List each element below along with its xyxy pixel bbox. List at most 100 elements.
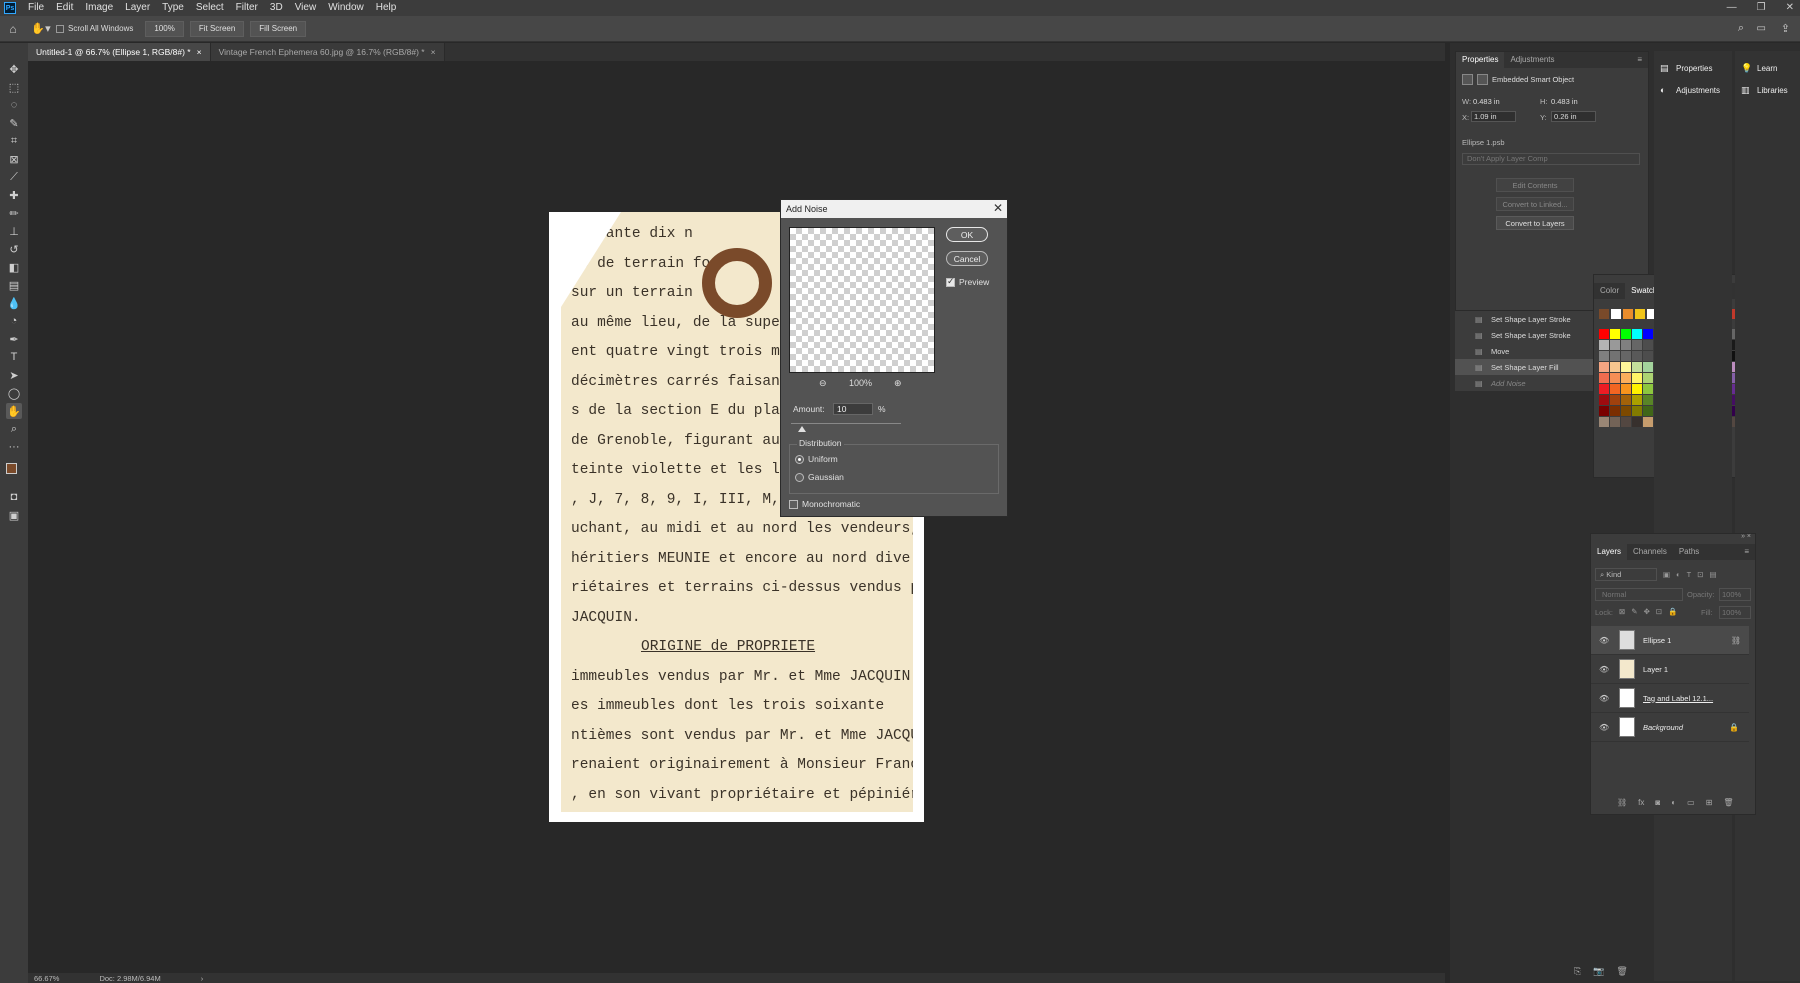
zoom-100-button[interactable]: 100%: [145, 20, 184, 37]
blend-mode-select[interactable]: Normal: [1595, 588, 1683, 601]
swatch[interactable]: [1610, 329, 1620, 339]
ok-button[interactable]: OK: [946, 227, 988, 242]
minimize-button[interactable]: —: [1727, 0, 1737, 16]
swatch[interactable]: [1610, 417, 1620, 427]
height-value[interactable]: 0.483 in: [1551, 97, 1578, 106]
recent-swatch[interactable]: [1623, 309, 1633, 319]
eraser-tool-icon[interactable]: ◧: [6, 259, 22, 275]
zoom-out-icon[interactable]: ⊖: [819, 378, 827, 389]
preview-option[interactable]: Preview: [946, 276, 989, 287]
swatch[interactable]: [1610, 362, 1620, 372]
marquee-tool-icon[interactable]: ⬚: [6, 79, 22, 95]
new-layer-icon[interactable]: ⊞: [1706, 798, 1713, 807]
type-tool-icon[interactable]: T: [6, 349, 22, 365]
recent-swatch[interactable]: [1611, 309, 1621, 319]
dodge-tool-icon[interactable]: ◔: [6, 313, 22, 329]
ellipse-tool-icon[interactable]: ◯: [6, 385, 22, 401]
swatch[interactable]: [1632, 417, 1642, 427]
history-state[interactable]: ▤ Set Shape Layer Fill: [1455, 359, 1593, 375]
tab-untitled-1[interactable]: Untitled-1 @ 66.7% (Ellipse 1, RGB/8#) *…: [28, 43, 211, 61]
history-brush-tool-icon[interactable]: ↺: [6, 241, 22, 257]
swatch[interactable]: [1610, 351, 1620, 361]
layer-background[interactable]: 👁 Background 🔒: [1591, 713, 1749, 742]
dialog-close-icon[interactable]: ✕: [993, 201, 1003, 215]
layer-comp-select[interactable]: Don't Apply Layer Comp: [1462, 153, 1640, 165]
close-tab-icon[interactable]: ×: [431, 47, 436, 57]
layer-name[interactable]: Tag and Label 12.1...: [1643, 694, 1713, 703]
new-document-from-state-icon[interactable]: ⎘: [1574, 966, 1581, 977]
tab-channels[interactable]: Channels: [1627, 544, 1673, 560]
swatch[interactable]: [1621, 329, 1631, 339]
close-tab-icon[interactable]: ×: [197, 47, 202, 57]
swatch[interactable]: [1632, 384, 1642, 394]
noise-preview-area[interactable]: [789, 227, 935, 373]
dialog-title-bar[interactable]: Add Noise ✕: [781, 200, 1007, 218]
more-tools-icon[interactable]: ···: [6, 439, 22, 455]
width-value[interactable]: 0.483 in: [1473, 97, 1500, 106]
swatch[interactable]: [1610, 406, 1620, 416]
foreground-color-swatch[interactable]: [6, 463, 17, 474]
preview-checkbox[interactable]: [946, 276, 955, 287]
adjustments-mini-button[interactable]: ◐ Adjustments: [1654, 79, 1732, 101]
swatch[interactable]: [1599, 384, 1609, 394]
tab-properties[interactable]: Properties: [1456, 52, 1505, 68]
opacity-input[interactable]: 100%: [1719, 588, 1751, 601]
swatch[interactable]: [1632, 373, 1642, 383]
x-input[interactable]: 1.09 in: [1471, 111, 1516, 122]
convert-to-linked-button[interactable]: Convert to Linked...: [1496, 197, 1574, 211]
swatch[interactable]: [1643, 329, 1653, 339]
y-input[interactable]: 0.26 in: [1551, 111, 1596, 122]
gaussian-option[interactable]: Gaussian: [795, 472, 844, 482]
fill-input[interactable]: 100%: [1719, 606, 1751, 619]
healing-brush-tool-icon[interactable]: ✚: [6, 187, 22, 203]
amount-slider-thumb[interactable]: [798, 426, 806, 432]
layers-menu-icon[interactable]: ≡: [1738, 544, 1755, 560]
screen-mode-icon[interactable]: ▣: [6, 507, 22, 523]
add-mask-icon[interactable]: ◙: [1655, 798, 1660, 807]
brush-tool-icon[interactable]: ✏: [6, 205, 22, 221]
swatch[interactable]: [1643, 340, 1653, 350]
tab-adjustments[interactable]: Adjustments: [1504, 52, 1560, 68]
swatch[interactable]: [1621, 384, 1631, 394]
swatch[interactable]: [1621, 406, 1631, 416]
menu-help[interactable]: Help: [370, 0, 403, 16]
amount-slider-track[interactable]: [791, 423, 901, 424]
swatch[interactable]: [1632, 362, 1642, 372]
snapshot-icon[interactable]: 📷: [1593, 966, 1604, 977]
visibility-eye-icon[interactable]: 👁: [1599, 636, 1609, 645]
tab-vintage-french-ephemera[interactable]: Vintage French Ephemera 60.jpg @ 16.7% (…: [210, 43, 445, 61]
swatch[interactable]: [1621, 340, 1631, 350]
menu-layer[interactable]: Layer: [119, 0, 156, 16]
uniform-radio[interactable]: [795, 454, 804, 464]
swatch[interactable]: [1632, 351, 1642, 361]
amount-input[interactable]: 10: [833, 403, 873, 415]
properties-mini-button[interactable]: ▤ Properties: [1654, 57, 1732, 79]
swatch[interactable]: [1632, 329, 1642, 339]
recent-swatch[interactable]: [1635, 309, 1645, 319]
menu-type[interactable]: Type: [156, 0, 190, 16]
swatch[interactable]: [1643, 384, 1653, 394]
scroll-all-windows-option[interactable]: Scroll All Windows: [56, 24, 133, 33]
home-icon[interactable]: ⌂: [0, 22, 26, 36]
libraries-button[interactable]: ▥ Libraries: [1735, 79, 1800, 101]
swatch[interactable]: [1599, 406, 1609, 416]
zoom-in-icon[interactable]: ⊕: [894, 378, 902, 389]
swatch[interactable]: [1632, 406, 1642, 416]
tab-color[interactable]: Color: [1594, 283, 1625, 299]
swatch[interactable]: [1643, 351, 1653, 361]
eyedropper-tool-icon[interactable]: ⟋: [6, 169, 22, 185]
menu-view[interactable]: View: [289, 0, 323, 16]
menu-file[interactable]: File: [22, 0, 50, 16]
tab-layers[interactable]: Layers: [1591, 544, 1628, 560]
clone-stamp-tool-icon[interactable]: ⊥: [6, 223, 22, 239]
link-layers-icon[interactable]: ⛓: [1617, 798, 1627, 807]
zoom-tool-icon[interactable]: ⌕: [6, 421, 22, 437]
visibility-eye-icon[interactable]: 👁: [1599, 694, 1609, 703]
gaussian-radio[interactable]: [795, 472, 804, 482]
search-icon[interactable]: ⌕: [1738, 22, 1744, 35]
swatch[interactable]: [1599, 329, 1609, 339]
history-state[interactable]: ▤ Move: [1455, 343, 1593, 359]
history-state[interactable]: ▤ Add Noise: [1455, 375, 1593, 391]
swatch[interactable]: [1643, 406, 1653, 416]
swatch[interactable]: [1599, 373, 1609, 383]
